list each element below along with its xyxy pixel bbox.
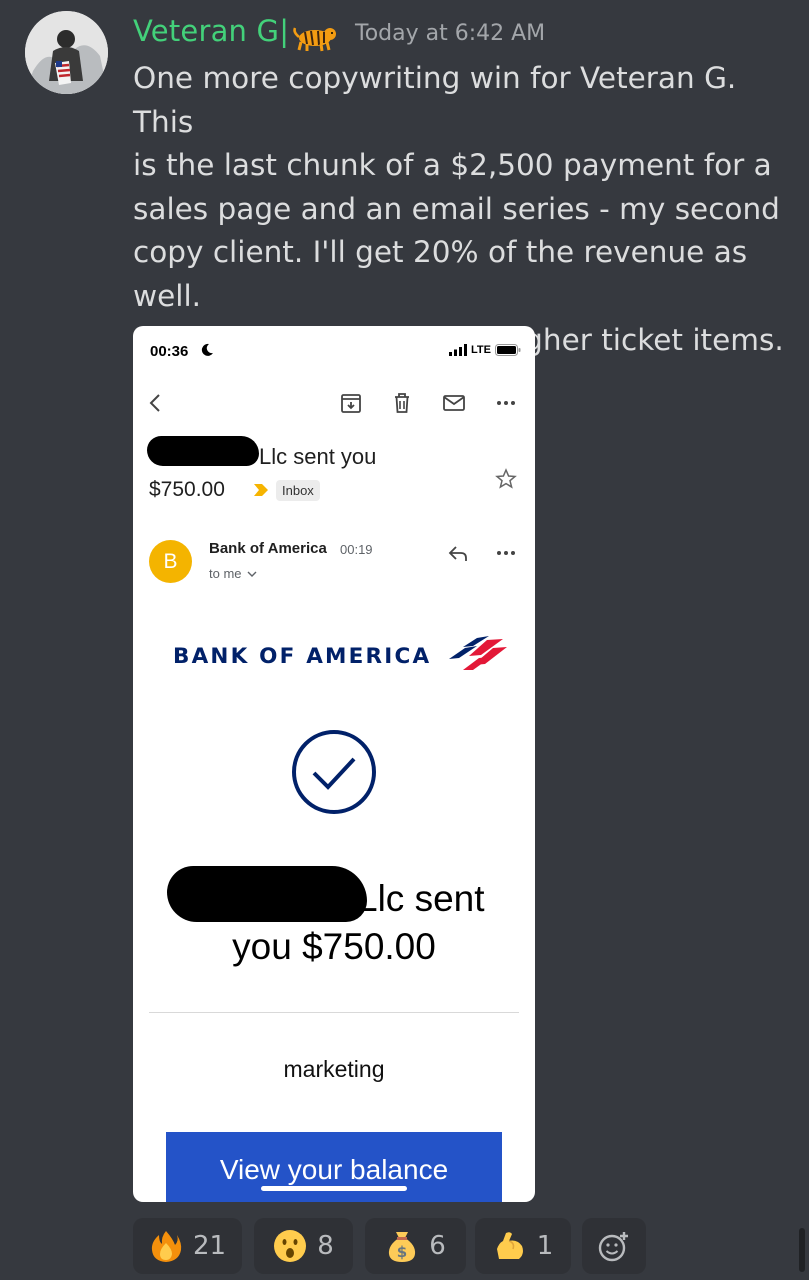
reaction-count: 21	[192, 1231, 227, 1261]
recipient-label: to me	[209, 566, 242, 581]
user-avatar[interactable]	[25, 11, 108, 94]
reaction-count: 8	[317, 1231, 334, 1261]
back-arrow-icon[interactable]	[143, 390, 169, 416]
tiger-icon	[291, 22, 339, 52]
reaction-flexed-biceps[interactable]: 1	[475, 1218, 571, 1274]
reply-icon[interactable]	[445, 540, 471, 566]
money-bag-icon: $	[389, 1232, 416, 1262]
divider	[149, 1012, 519, 1013]
bank-logo-wordmark: BANK OF AMERICA	[173, 644, 432, 669]
star-icon[interactable]	[494, 467, 518, 491]
battery-icon	[495, 344, 521, 356]
body-line-1: Llc sent	[357, 878, 485, 919]
email-subject: Llc sent you	[259, 444, 377, 469]
svg-text:$: $	[397, 1243, 407, 1261]
sender-name[interactable]: Bank of America	[209, 540, 327, 557]
reaction-count: 6	[429, 1231, 446, 1261]
inbox-label-chip[interactable]: Inbox	[276, 480, 320, 501]
signal-icon	[449, 344, 467, 356]
open-mouth-icon	[274, 1230, 307, 1262]
add-reaction-button[interactable]	[582, 1218, 646, 1274]
mail-icon[interactable]	[441, 390, 467, 416]
redacted-sender-body	[167, 866, 367, 922]
more-icon[interactable]	[493, 390, 519, 416]
author-name[interactable]: Veteran G|	[133, 14, 289, 48]
sender-time: 00:19	[340, 542, 373, 557]
bank-flag-icon	[449, 636, 507, 670]
scrollbar[interactable]	[799, 1228, 805, 1272]
trash-icon[interactable]	[389, 390, 415, 416]
reaction-open-mouth[interactable]: 8	[254, 1218, 353, 1274]
status-time: 00:36	[150, 343, 189, 360]
sender-avatar[interactable]: B	[149, 540, 192, 583]
redacted-sender-name	[147, 436, 259, 466]
archive-icon[interactable]	[338, 390, 364, 416]
email-subject-amount: $750.00	[149, 478, 225, 501]
home-indicator	[261, 1186, 407, 1191]
flexed-biceps-icon	[496, 1232, 523, 1259]
recipient-toggle[interactable]: to me	[209, 566, 257, 581]
message-more-icon[interactable]	[493, 540, 519, 566]
view-balance-button[interactable]: View your balance	[166, 1132, 502, 1202]
body-line-2: you $750.00	[232, 926, 436, 967]
reaction-fire[interactable]: 21	[133, 1218, 242, 1274]
fire-icon	[151, 1231, 182, 1262]
network-type: LTE	[471, 344, 491, 356]
reaction-count: 1	[536, 1231, 554, 1261]
transfer-memo: marketing	[283, 1056, 385, 1082]
chevron-down-icon	[247, 571, 257, 577]
success-check-icon	[292, 730, 376, 814]
bank-of-america-logo: BANK OF AMERICA	[173, 634, 513, 674]
message-timestamp: Today at 6:42 AM	[355, 21, 546, 46]
importance-marker-icon[interactable]	[252, 482, 270, 498]
reaction-money-bag[interactable]: $ 6	[365, 1218, 466, 1274]
moon-icon	[201, 343, 213, 356]
add-reaction-icon	[598, 1232, 628, 1262]
email-screenshot-attachment[interactable]: 00:36 LTE Llc sent you $750.00 Inbox B B…	[133, 326, 535, 1202]
